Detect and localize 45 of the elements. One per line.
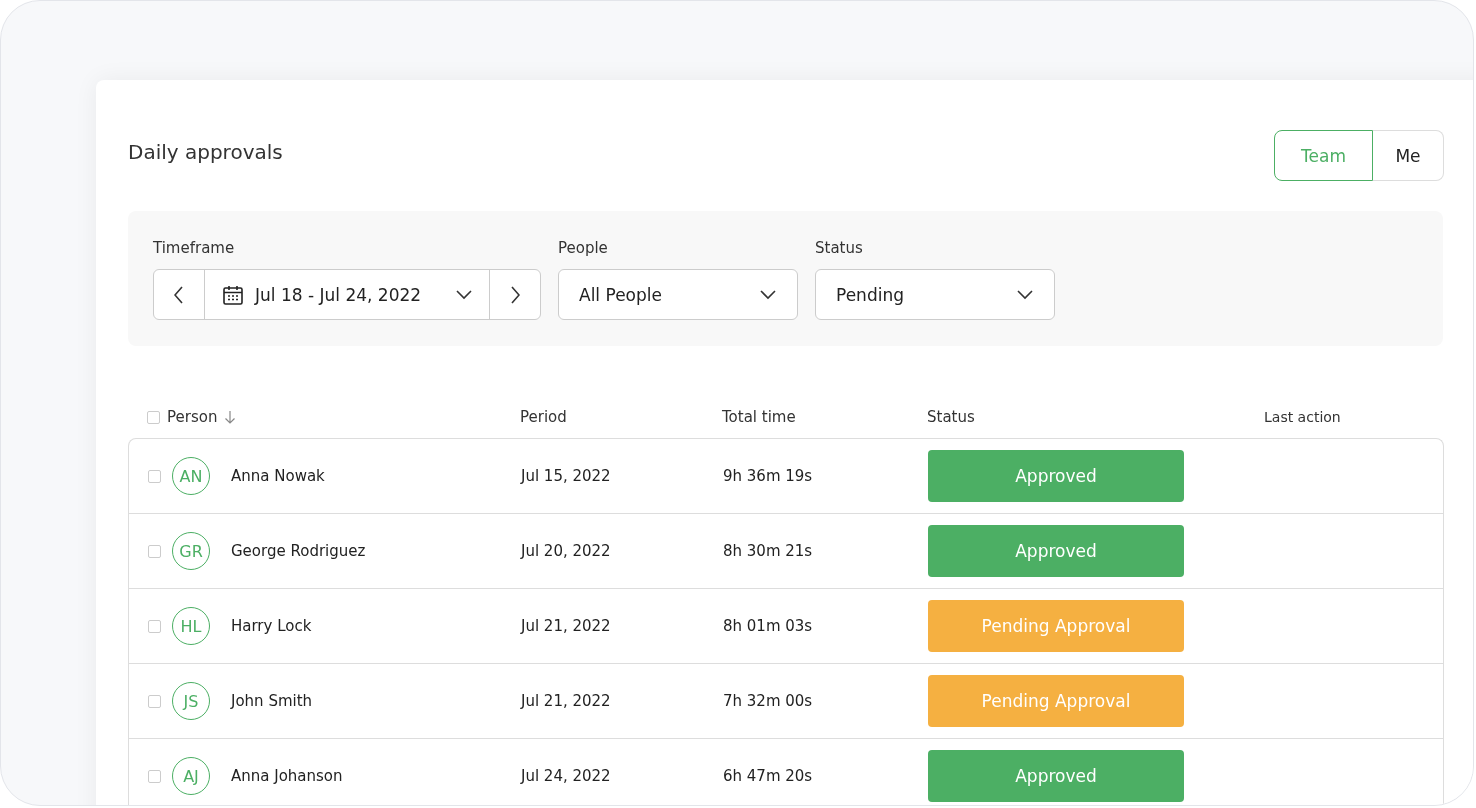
filter-label: Status: [815, 239, 864, 257]
column-header: Last action: [1264, 409, 1341, 425]
chevron-left-icon: [174, 285, 184, 304]
column-header: Period: [520, 408, 567, 426]
person-name: Anna Nowak: [231, 467, 325, 485]
row-checkbox[interactable]: [148, 769, 161, 783]
row-checkbox[interactable]: [148, 694, 161, 708]
total-time-cell-text: 6h 47m 20s: [723, 767, 814, 785]
select-all-checkbox[interactable]: [147, 410, 160, 424]
row-checkbox[interactable]: [148, 469, 161, 483]
person-name: George Rodriguez: [231, 542, 366, 560]
sort-arrow-icon: [224, 410, 237, 424]
total-time-cell-text: 9h 36m 19s: [723, 467, 814, 485]
filter-label: People: [558, 239, 609, 257]
person-name: Harry Lock: [231, 617, 312, 635]
total-time-cell-text: 8h 01m 03s: [723, 617, 814, 635]
total-time-cell-text: 7h 32m 00s: [723, 692, 814, 710]
status-badge: Approved: [928, 750, 1184, 802]
people-dropdown[interactable]: All People: [558, 269, 798, 320]
column-header: Total time: [722, 408, 796, 426]
total-time-cell-text: 8h 30m 21s: [723, 542, 814, 560]
chevron-down-icon: [759, 289, 777, 300]
person-name: Anna Johanson: [231, 767, 343, 785]
status-badge: Approved: [928, 525, 1184, 577]
period-cell-text: Jul 21, 2022: [521, 617, 612, 635]
column-header: Status: [927, 408, 975, 426]
period-cell-text: Jul 24, 2022: [521, 767, 612, 785]
row-checkbox[interactable]: [148, 544, 161, 558]
status-badge: Approved: [928, 450, 1184, 502]
calendar-icon: [223, 284, 243, 305]
status-badge: Pending Approval: [928, 675, 1184, 727]
filter-label: Timeframe: [153, 239, 236, 257]
person-name: John Smith: [231, 692, 313, 710]
row-checkbox[interactable]: [148, 619, 161, 633]
period-cell-text: Jul 21, 2022: [521, 692, 612, 710]
status-dropdown[interactable]: Pending: [815, 269, 1055, 320]
column-header[interactable]: Person: [167, 408, 218, 426]
period-cell-text: Jul 20, 2022: [521, 542, 612, 560]
page-title: Daily approvals: [128, 139, 283, 164]
chevron-down-icon: [455, 289, 473, 300]
view-tab[interactable]: Me: [1373, 130, 1444, 181]
chevron-down-icon: [1016, 289, 1034, 300]
chevron-right-icon: [510, 285, 520, 304]
period-cell-text: Jul 15, 2022: [521, 467, 612, 485]
status-badge: Pending Approval: [928, 600, 1184, 652]
